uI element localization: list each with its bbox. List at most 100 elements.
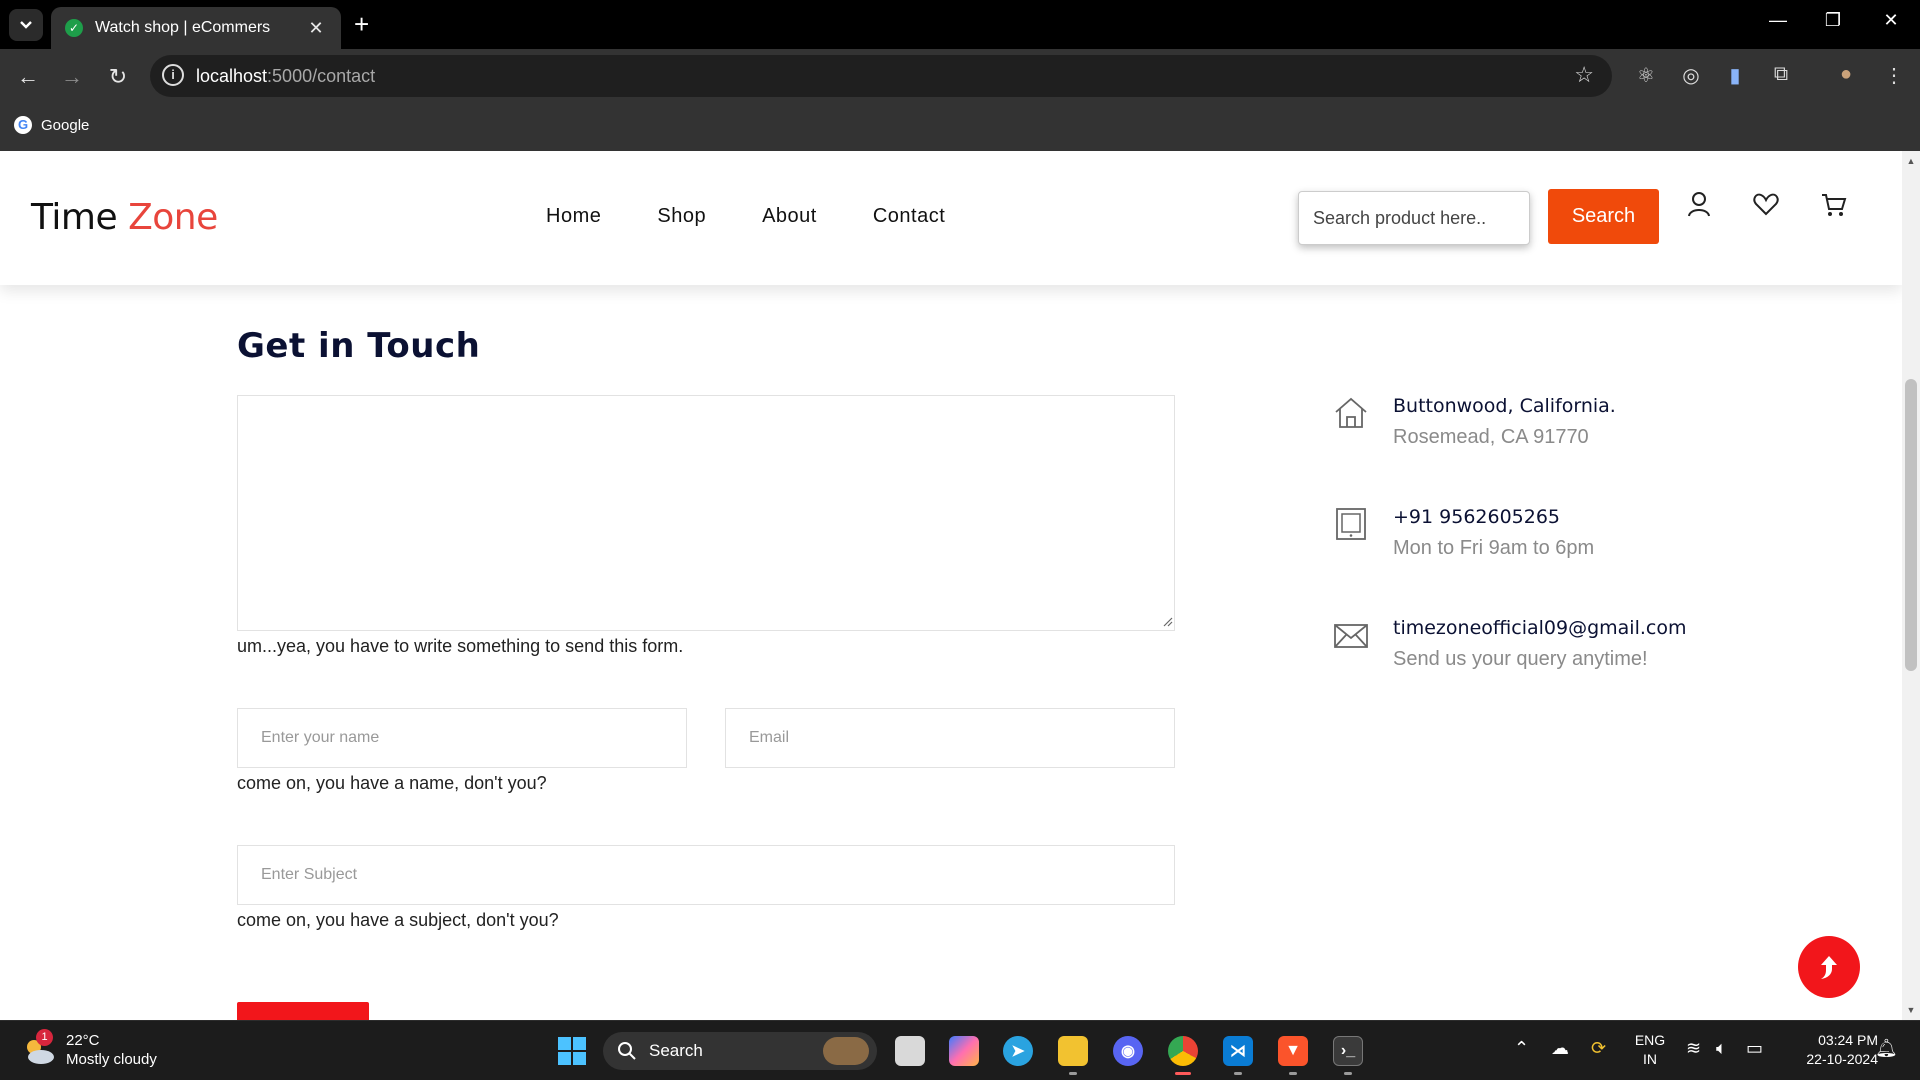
weather-badge: 1 <box>36 1029 53 1046</box>
subject-field[interactable] <box>237 845 1175 905</box>
brave-icon[interactable]: ▼ <box>1278 1036 1308 1066</box>
new-tab-icon[interactable]: + <box>354 11 369 37</box>
region-label: IN <box>1643 1051 1657 1067</box>
extensions-puzzle-icon[interactable]: ⧉ <box>1767 63 1795 86</box>
sync-icon[interactable]: ⟳ <box>1591 1038 1606 1059</box>
url-host: localhost <box>196 66 268 86</box>
browser-tab[interactable]: ✓ Watch shop | eCommers ✕ <box>51 7 341 49</box>
logo-main: Time <box>31 197 118 238</box>
profile-avatar-icon[interactable]: ● <box>1832 63 1860 86</box>
heart-icon[interactable] <box>1751 189 1781 219</box>
react-devtools-icon[interactable]: ⚛ <box>1632 63 1660 88</box>
running-indicator <box>1234 1072 1242 1075</box>
taskbar-search[interactable]: Search <box>603 1032 877 1070</box>
message-hint: um...yea, you have to write something to… <box>237 636 684 656</box>
back-to-top-button[interactable] <box>1798 936 1860 998</box>
minimize-icon[interactable]: — <box>1763 10 1793 31</box>
copilot-icon[interactable] <box>949 1036 979 1066</box>
bookmark-star-icon[interactable]: ☆ <box>1574 62 1594 88</box>
tab-title: Watch shop | eCommers <box>95 19 271 36</box>
scroll-down-icon[interactable]: ▼ <box>1902 1002 1920 1018</box>
wifi-icon[interactable]: ≋ <box>1686 1038 1701 1059</box>
forward-arrow-icon[interactable]: → <box>57 63 87 91</box>
chevron-up-icon[interactable]: ⌃ <box>1514 1038 1529 1059</box>
task-view-icon[interactable] <box>895 1036 925 1066</box>
page-title: Get in Touch <box>237 326 481 366</box>
active-indicator <box>1175 1072 1191 1075</box>
name-hint: come on, you have a name, don't you? <box>237 773 547 793</box>
nav-shop[interactable]: Shop <box>657 205 706 228</box>
close-icon[interactable]: ✕ <box>305 18 327 39</box>
email-address: timezoneofficial09@gmail.com <box>1393 617 1687 639</box>
clock-time: 03:24 PM <box>1818 1032 1878 1048</box>
site-header: Time Zone Home Shop About Contact Search <box>0 151 1902 285</box>
site-info-icon[interactable]: i <box>162 64 184 86</box>
search-highlight-image <box>823 1037 869 1065</box>
browser-tab-bar: ✓ Watch shop | eCommers ✕ + — ❐ ✕ <box>0 0 1920 49</box>
bookmarks-bar: G Google <box>0 102 1920 151</box>
nav-about[interactable]: About <box>762 205 817 228</box>
tablet-icon <box>1336 508 1366 540</box>
cart-icon[interactable] <box>1819 189 1849 219</box>
product-search-input[interactable] <box>1298 191 1530 245</box>
file-explorer-icon[interactable] <box>1058 1036 1088 1066</box>
url-text[interactable]: localhost:5000/contact <box>196 66 375 87</box>
language-indicator[interactable]: ENG IN <box>1632 1031 1668 1069</box>
volume-icon[interactable]: 🔈︎ <box>1716 1038 1727 1059</box>
weather-widget[interactable]: 1 22°C Mostly cloudy <box>22 1029 157 1069</box>
address-line: Buttonwood, California. <box>1393 395 1616 417</box>
nav-contact[interactable]: Contact <box>873 205 945 228</box>
resize-grip-icon[interactable] <box>1161 615 1173 627</box>
mail-icon <box>1334 624 1368 648</box>
tab-list-button[interactable] <box>9 9 43 41</box>
discord-icon[interactable]: ◉ <box>1113 1036 1143 1066</box>
phone-hours: Mon to Fri 9am to 6pm <box>1393 537 1595 559</box>
phone-number: +91 9562605265 <box>1393 506 1561 528</box>
home-icon <box>1335 397 1367 428</box>
search-button[interactable]: Search <box>1548 189 1659 244</box>
arrow-up-icon <box>1821 956 1837 979</box>
telegram-icon[interactable]: ➤ <box>1003 1036 1033 1066</box>
name-field[interactable] <box>237 708 687 768</box>
chevron-down-icon <box>20 21 32 29</box>
terminal-icon[interactable]: ›_ <box>1333 1036 1363 1066</box>
vscode-icon[interactable]: ⋊ <box>1223 1036 1253 1066</box>
docs-extension-icon[interactable]: ▮ <box>1721 63 1749 88</box>
email-sub: Send us your query anytime! <box>1393 648 1648 670</box>
google-logo-icon: G <box>14 116 32 134</box>
email-field[interactable] <box>725 708 1175 768</box>
page-scrollbar[interactable]: ▲ ▼ <box>1902 151 1920 1020</box>
clock[interactable]: 03:24 PM 22-10-2024 <box>1778 1031 1878 1069</box>
scroll-thumb[interactable] <box>1905 379 1917 671</box>
reload-icon[interactable]: ↻ <box>103 63 133 91</box>
running-indicator <box>1069 1072 1077 1075</box>
bookmark-google[interactable]: G Google <box>14 116 89 134</box>
user-icon[interactable] <box>1684 189 1714 219</box>
search-icon <box>618 1042 636 1060</box>
onedrive-cloud-icon[interactable]: ☁ <box>1551 1038 1569 1059</box>
bookmark-label: Google <box>41 116 90 134</box>
target-extension-icon[interactable]: ◎ <box>1677 63 1705 88</box>
site-logo[interactable]: Time Zone <box>31 197 218 238</box>
back-arrow-icon[interactable]: ← <box>13 63 43 91</box>
battery-icon[interactable]: ▭ <box>1746 1038 1763 1059</box>
window-close-icon[interactable]: ✕ <box>1876 10 1906 31</box>
check-favicon-icon: ✓ <box>65 19 83 37</box>
running-indicator <box>1289 1072 1297 1075</box>
chrome-icon[interactable] <box>1168 1036 1198 1066</box>
scroll-up-icon[interactable]: ▲ <box>1902 153 1920 169</box>
message-textarea[interactable] <box>237 395 1175 631</box>
menu-kebab-icon[interactable]: ⋮ <box>1880 63 1908 88</box>
url-path: :5000/contact <box>267 66 376 86</box>
taskbar: 1 22°C Mostly cloudy Search ➤ ◉ ⋊ ▼ ›_ ⌃… <box>0 1020 1920 1080</box>
cloud-sun-icon: 1 <box>22 1029 56 1067</box>
send-button[interactable] <box>237 1002 369 1020</box>
clock-date: 22-10-2024 <box>1806 1051 1878 1067</box>
address-sub: Rosemead, CA 91770 <box>1393 426 1589 448</box>
lang-label: ENG <box>1634 1032 1666 1048</box>
notification-bell-icon[interactable]: 🔔︎ <box>1875 1038 1898 1059</box>
restore-icon[interactable]: ❐ <box>1818 10 1848 31</box>
windows-start-icon[interactable] <box>557 1036 587 1066</box>
nav-home[interactable]: Home <box>546 205 601 228</box>
address-bar[interactable]: i localhost:5000/contact ☆ <box>150 55 1612 97</box>
